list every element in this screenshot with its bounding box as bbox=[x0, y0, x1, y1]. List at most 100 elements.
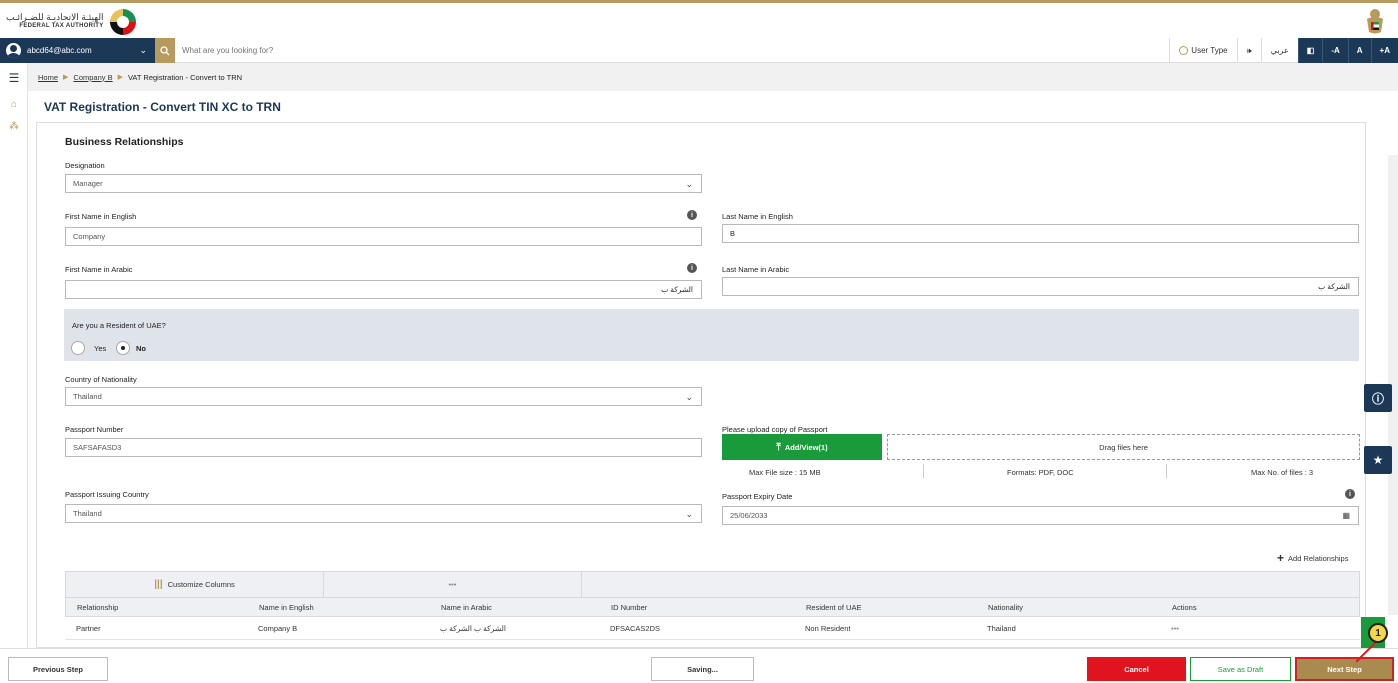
font-increase-button[interactable]: +A bbox=[1370, 38, 1398, 63]
cell-name-english: Company B bbox=[258, 623, 298, 633]
first-name-ar-value: الشركة ب bbox=[661, 285, 693, 294]
last-name-en-value: B bbox=[730, 229, 736, 238]
search-button[interactable] bbox=[155, 38, 175, 63]
column-header[interactable]: Resident of UAE bbox=[806, 603, 988, 612]
apps-grid-icon[interactable]: ⁂ bbox=[7, 119, 21, 133]
last-name-en-field[interactable]: B bbox=[722, 224, 1359, 243]
resident-no-radio[interactable] bbox=[116, 341, 130, 355]
add-relationships-button[interactable]: + Add Relationships bbox=[1277, 551, 1348, 565]
max-file-size: Max File size : 15 MB bbox=[749, 468, 821, 477]
font-normal-button[interactable]: A bbox=[1347, 38, 1371, 63]
fta-logo[interactable]: الهيئـة الاتحاديـة للضـرائـب FEDERAL TAX… bbox=[6, 9, 136, 35]
resident-yes-label: Yes bbox=[94, 344, 107, 353]
saving-button[interactable]: Saving... bbox=[651, 657, 754, 681]
table-more-button[interactable]: ••• bbox=[324, 572, 582, 597]
user-dropdown[interactable]: abcd64@abc.com ⌄ bbox=[0, 38, 155, 63]
save-draft-label: Save as Draft bbox=[1217, 664, 1264, 674]
row-actions-button[interactable]: ••• bbox=[1171, 624, 1321, 633]
plus-icon: + bbox=[1277, 551, 1285, 565]
cell-name-arabic: الشركة ب الشركة ب bbox=[440, 623, 506, 633]
font-increase-label: +A bbox=[1379, 46, 1390, 55]
column-header[interactable]: Relationship bbox=[66, 603, 259, 612]
breadcrumb-arrow-icon: ▶ bbox=[63, 74, 69, 81]
first-name-en-label: First Name in English bbox=[65, 212, 137, 221]
favorite-side-button[interactable]: ★ bbox=[1364, 446, 1392, 474]
cell-resident: Non Resident bbox=[805, 623, 851, 633]
columns-icon: ||| bbox=[154, 579, 163, 590]
add-relationships-label: Add Relationships bbox=[1288, 553, 1349, 563]
save-draft-button[interactable]: Save as Draft bbox=[1190, 657, 1291, 681]
upload-button[interactable]: ⤒ Add/View(1) bbox=[722, 434, 882, 460]
home-icon[interactable]: ⌂ bbox=[7, 97, 21, 111]
accessibility-tools: User Type 🕪 عربي ◧ -A A +A bbox=[1169, 38, 1398, 63]
info-icon[interactable]: i bbox=[1345, 489, 1355, 499]
breadcrumb-company[interactable]: Company B bbox=[73, 73, 112, 82]
audio-button[interactable]: 🕪 bbox=[1236, 38, 1261, 63]
chevron-down-icon: ⌄ bbox=[139, 45, 147, 55]
contrast-button[interactable]: ◧ bbox=[1297, 38, 1323, 63]
issuing-country-select[interactable]: Thailand ⌄ bbox=[65, 504, 702, 523]
designation-select[interactable]: Manager ⌄ bbox=[65, 174, 702, 193]
expiry-date-label: Passport Expiry Date bbox=[722, 492, 793, 501]
first-name-ar-field[interactable]: الشركة ب bbox=[65, 280, 702, 299]
footer-bar: Previous Step Saving... Cancel Save as D… bbox=[0, 648, 1398, 683]
user-type-icon bbox=[1179, 46, 1189, 55]
page-title: VAT Registration - Convert TIN XC to TRN bbox=[44, 100, 281, 114]
cancel-button[interactable]: Cancel bbox=[1087, 657, 1186, 681]
last-name-ar-field[interactable]: الشركة ب bbox=[722, 277, 1359, 296]
logo-arabic-text: الهيئـة الاتحاديـة للضـرائـب bbox=[6, 12, 104, 22]
calendar-icon[interactable]: ▦ bbox=[1342, 511, 1350, 520]
top-header: الهيئـة الاتحاديـة للضـرائـب FEDERAL TAX… bbox=[0, 0, 1398, 38]
user-email: abcd64@abc.com bbox=[27, 46, 92, 55]
step-annotation-badge: 1 bbox=[1368, 623, 1388, 643]
column-header[interactable]: Nationality bbox=[988, 603, 1172, 612]
resident-no-label: No bbox=[136, 344, 146, 353]
nationality-select[interactable]: Thailand ⌄ bbox=[65, 387, 702, 406]
column-header[interactable]: Actions bbox=[1172, 603, 1322, 612]
saving-label: Saving... bbox=[687, 664, 718, 674]
column-header[interactable]: Name in English bbox=[259, 603, 441, 612]
more-icon: ••• bbox=[448, 580, 457, 589]
menu-icon[interactable]: ☰ bbox=[7, 71, 21, 85]
column-header[interactable]: Name in Arabic bbox=[441, 603, 611, 612]
breadcrumb-current: VAT Registration - Convert to TRN bbox=[127, 72, 243, 82]
previous-step-button[interactable]: Previous Step bbox=[8, 657, 108, 681]
user-type-button[interactable]: User Type bbox=[1169, 38, 1236, 63]
cell-id-number: DFSACAS2DS bbox=[610, 623, 661, 633]
upload-formats: Formats: PDF, DOC bbox=[1007, 468, 1074, 477]
customize-columns-button[interactable]: ||| Customize Columns bbox=[66, 572, 324, 597]
info-side-button[interactable]: ⓘ bbox=[1364, 384, 1392, 412]
expiry-date-field[interactable]: 25/06/2033 ▦ bbox=[722, 506, 1359, 525]
upload-button-label: Add/View(1) bbox=[784, 442, 828, 452]
info-icon[interactable]: i bbox=[687, 210, 697, 220]
column-header[interactable]: ID Number bbox=[611, 603, 806, 612]
language-button[interactable]: عربي bbox=[1260, 38, 1298, 63]
info-icon[interactable]: i bbox=[687, 263, 697, 273]
first-name-en-field[interactable]: Company bbox=[65, 227, 702, 246]
previous-step-label: Previous Step bbox=[32, 664, 84, 674]
font-normal-label: A bbox=[1356, 46, 1363, 55]
logo-english-text: FEDERAL TAX AUTHORITY bbox=[19, 23, 104, 29]
file-drop-zone[interactable]: Drag files here bbox=[887, 434, 1360, 460]
table-row[interactable]: Partner Company B الشركة ب الشركة ب DFSA… bbox=[65, 617, 1360, 640]
search-input[interactable] bbox=[182, 43, 682, 58]
passport-number-field[interactable]: SAFSAFASD3 bbox=[65, 438, 702, 457]
last-name-en-label: Last Name in English bbox=[722, 212, 793, 221]
expiry-date-value: 25/06/2033 bbox=[730, 511, 768, 520]
resident-question: Are you a Resident of UAE? bbox=[72, 321, 166, 330]
drop-zone-label: Drag files here bbox=[1099, 442, 1148, 452]
last-name-ar-value: الشركة ب bbox=[1318, 282, 1350, 291]
star-icon: ★ bbox=[1372, 453, 1384, 467]
passport-number-value: SAFSAFASD3 bbox=[73, 443, 122, 452]
breadcrumb-home[interactable]: Home bbox=[38, 73, 58, 82]
font-decrease-button[interactable]: -A bbox=[1322, 38, 1348, 63]
logo-emblem-icon bbox=[109, 9, 136, 35]
divider bbox=[1166, 464, 1167, 478]
next-step-button[interactable]: Next Step bbox=[1295, 657, 1394, 681]
resident-yes-radio[interactable] bbox=[71, 341, 85, 355]
table-toolbar: ||| Customize Columns ••• bbox=[65, 571, 1360, 598]
chevron-down-icon: ⌄ bbox=[685, 509, 693, 519]
passport-number-label: Passport Number bbox=[65, 425, 124, 434]
divider bbox=[923, 464, 924, 478]
chevron-down-icon: ⌄ bbox=[685, 179, 693, 189]
